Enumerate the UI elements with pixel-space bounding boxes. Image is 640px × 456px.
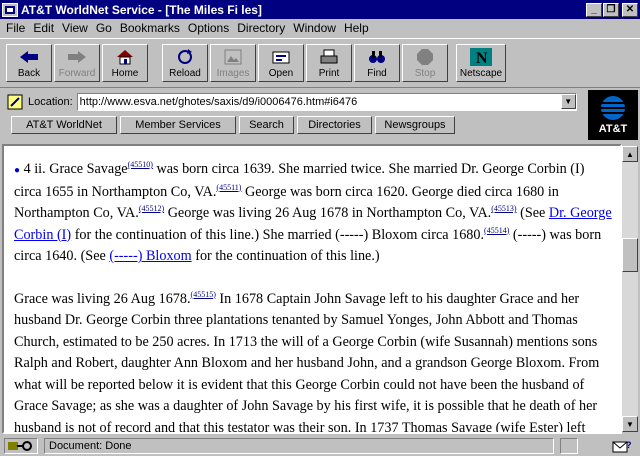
footnote-ref[interactable]: (45514) [484,226,509,235]
menu-edit[interactable]: Edit [29,21,58,35]
att-globe-icon [601,96,625,120]
paragraph-grace-living: Grace was living 26 Aug 1678.(45515) In … [14,289,614,434]
text-segment: for the continuation of this line.) [191,248,380,264]
scroll-down-icon[interactable]: ▼ [622,416,638,432]
forward-button[interactable]: Forward [54,44,100,82]
menu-bookmarks[interactable]: Bookmarks [116,21,184,35]
stop-icon [414,48,436,66]
back-label: Back [17,68,41,79]
reload-icon [174,48,196,66]
home-icon [114,48,136,66]
open-label: Open [268,68,294,79]
menu-bar: File Edit View Go Bookmarks Options Dire… [0,19,640,37]
netscape-button[interactable]: N Netscape [456,44,506,82]
status-text: Document: Done [44,438,554,454]
footnote-ref[interactable]: (45511) [216,183,241,192]
text-segment: Grace was living 26 Aug 1678. [14,290,191,307]
print-button[interactable]: Print [306,44,352,82]
footnote-ref[interactable]: (45512) [139,204,164,213]
close-button[interactable]: ✕ [622,2,638,17]
mail-status[interactable]: ? [584,438,632,454]
reload-button[interactable]: Reload [162,44,208,82]
svg-text:?: ? [626,440,632,450]
dir-button-directories[interactable]: Directories [297,116,372,134]
images-icon [222,48,244,66]
footnote-ref[interactable]: (45515) [191,290,216,299]
images-label: Images [216,68,250,79]
paragraph-grace-savage: ● 4 ii. Grace Savage(45510) was born cir… [14,159,614,268]
stop-button[interactable]: Stop [402,44,448,82]
menu-file[interactable]: File [2,21,29,35]
document-body: ● 4 ii. Grace Savage(45510) was born cir… [14,159,614,434]
title-bar: AT&T WorldNet Service - [The Miles Fi le… [0,0,640,19]
document-pane[interactable]: ● 4 ii. Grace Savage(45510) was born cir… [2,144,622,434]
menu-options[interactable]: Options [184,21,233,35]
bullet-icon: ● [14,165,21,176]
text-segment: 4 ii. Grace Savage [23,161,128,177]
att-logo-text: AT&T [598,123,628,135]
find-button[interactable]: Find [354,44,400,82]
svg-text:N: N [476,50,488,66]
back-button[interactable]: Back [6,44,52,82]
location-url[interactable]: http://www.esva.net/ghotes/saxis/d9/i000… [78,96,561,108]
text-segment: George was living 26 Aug 1678 in Northam… [164,205,492,221]
vertical-scrollbar[interactable]: ▲ ▼ [622,146,638,432]
home-button[interactable]: Home [102,44,148,82]
location-label: Location: [28,95,73,108]
security-key-icon[interactable] [4,438,38,454]
menu-window[interactable]: Window [289,21,340,35]
menu-directory[interactable]: Directory [233,21,289,35]
netscape-n-icon: N [470,48,492,66]
text-segment: In 1678 Captain John Savage left to his … [14,290,600,434]
menu-help[interactable]: Help [340,21,373,35]
binoculars-icon [366,48,388,66]
text-segment: for the continuation of this line.) She … [71,226,485,243]
directory-buttons: AT&T WorldNet Member Services Search Dir… [0,116,584,136]
footnote-ref[interactable]: (45513) [491,204,516,213]
dir-button-att-worldnet[interactable]: AT&T WorldNet [11,116,117,134]
location-field[interactable]: http://www.esva.net/ghotes/saxis/d9/i000… [76,92,577,111]
open-icon [270,48,292,66]
dir-button-newsgroups[interactable]: Newsgroups [375,116,455,134]
menu-go[interactable]: Go [92,21,116,35]
print-label: Print [318,68,340,79]
open-button[interactable]: Open [258,44,304,82]
att-logo[interactable]: AT&T [588,90,638,140]
progress-panel [560,438,578,454]
app-icon[interactable] [2,2,18,17]
scroll-up-icon[interactable]: ▲ [622,146,638,162]
mail-icon: ? [612,440,632,453]
find-label: Find [367,68,387,79]
reload-label: Reload [169,68,201,79]
minimize-button[interactable]: _ [586,2,602,17]
images-button[interactable]: Images [210,44,256,82]
dir-button-member-services[interactable]: Member Services [120,116,236,134]
back-arrow-icon [18,48,40,66]
toolbar: Back Forward Home Reload Images Open Pri… [0,38,640,88]
forward-arrow-icon [66,48,88,66]
window-title: AT&T WorldNet Service - [The Miles Fi le… [21,2,262,17]
printer-icon [318,48,340,66]
chevron-down-icon[interactable]: ▼ [560,94,576,109]
footnote-ref[interactable]: (45510) [128,160,153,169]
dir-button-search[interactable]: Search [239,116,294,134]
home-label: Home [111,68,139,79]
stop-label: Stop [414,68,436,79]
restore-button[interactable]: ❐ [603,2,619,17]
text-segment: (See [516,205,549,221]
status-bar: Document: Done ? [0,436,640,456]
scroll-thumb[interactable] [622,238,638,272]
link-bloxom[interactable]: (-----) Bloxom [109,248,191,264]
bookmark-link-icon[interactable] [6,93,24,111]
forward-label: Forward [58,68,96,79]
location-bar: Location: http://www.esva.net/ghotes/sax… [0,90,584,113]
menu-view[interactable]: View [58,21,92,35]
netscape-label: Netscape [459,68,503,79]
